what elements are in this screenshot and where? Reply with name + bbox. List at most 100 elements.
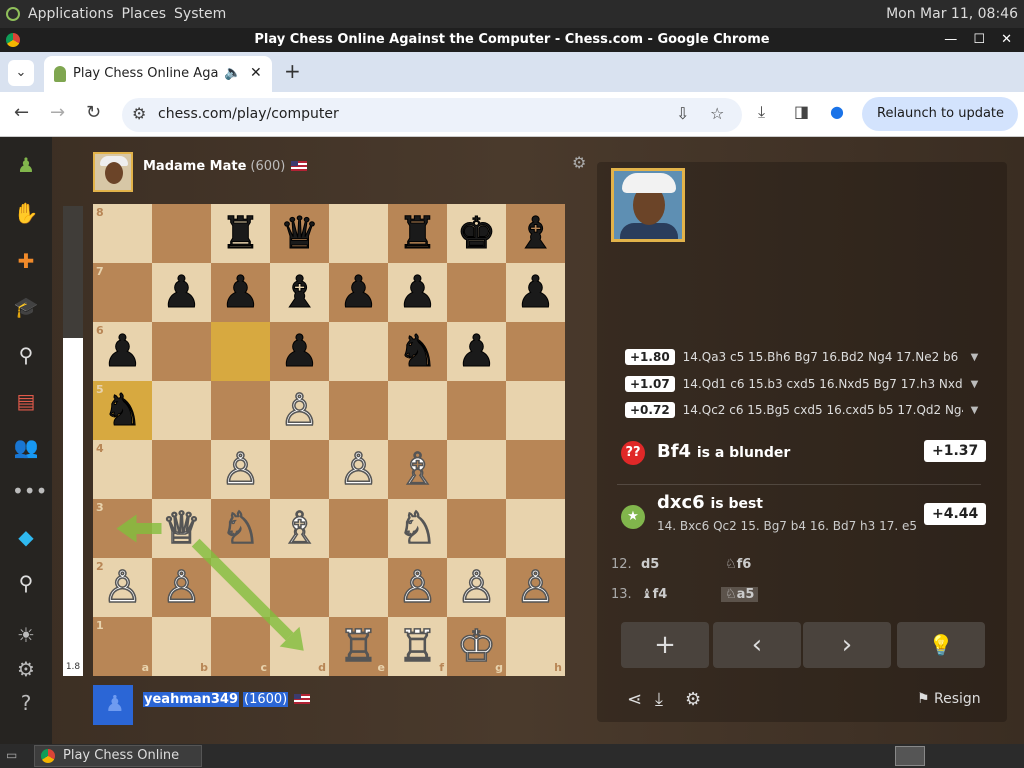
- square-a4[interactable]: 4: [93, 440, 152, 499]
- browser-tab[interactable]: Play Chess Online Agains 🔈 ✕: [44, 56, 272, 92]
- learn-icon[interactable]: 🎓: [12, 293, 40, 321]
- square-e6[interactable]: [329, 322, 388, 381]
- search-icon[interactable]: ⚲: [12, 569, 40, 597]
- square-f3[interactable]: ♘: [388, 499, 447, 558]
- black-move[interactable]: ♘f6: [721, 557, 755, 572]
- square-d8[interactable]: ♛: [270, 204, 329, 263]
- square-f8[interactable]: ♜: [388, 204, 447, 263]
- square-e2[interactable]: [329, 558, 388, 617]
- square-d6[interactable]: ♟: [270, 322, 329, 381]
- piece-f7[interactable]: ♟: [397, 267, 437, 319]
- watch-icon[interactable]: ⚲: [12, 341, 40, 369]
- settings-icon[interactable]: ⚙: [685, 689, 701, 710]
- square-b7[interactable]: ♟: [152, 263, 211, 322]
- square-h6[interactable]: [506, 322, 565, 381]
- diamond-icon[interactable]: ◆: [12, 523, 40, 551]
- menu-system[interactable]: System: [174, 6, 226, 22]
- engine-line[interactable]: +0.72 14.Qc2 c6 15.Bg5 cxd5 16.cxd5 b5 17…: [625, 401, 981, 419]
- square-g4[interactable]: [447, 440, 506, 499]
- square-d3[interactable]: ♗: [270, 499, 329, 558]
- square-e1[interactable]: ♖ e: [329, 617, 388, 676]
- expand-icon[interactable]: ▼: [971, 379, 979, 390]
- square-f6[interactable]: ♞: [388, 322, 447, 381]
- tab-search-button[interactable]: ⌄: [8, 60, 34, 86]
- resign-button[interactable]: ⚑ Resign: [917, 691, 981, 707]
- square-f7[interactable]: ♟: [388, 263, 447, 322]
- square-e7[interactable]: ♟: [329, 263, 388, 322]
- square-e3[interactable]: [329, 499, 388, 558]
- piece-d6[interactable]: ♟: [279, 326, 319, 378]
- piece-f6[interactable]: ♞: [397, 326, 437, 378]
- next-move-button[interactable]: ›: [803, 622, 891, 668]
- square-h1[interactable]: h: [506, 617, 565, 676]
- player-name[interactable]: yeahman349: [143, 691, 240, 707]
- piece-f4[interactable]: ♗: [397, 443, 438, 496]
- piece-b2[interactable]: ♙: [161, 561, 202, 614]
- reload-icon[interactable]: ↻: [86, 102, 101, 123]
- piece-g1[interactable]: ♔: [456, 620, 497, 673]
- theme-icon[interactable]: ☀: [12, 621, 40, 649]
- workspace-switcher[interactable]: [895, 746, 925, 766]
- piece-a5[interactable]: ♞: [102, 385, 142, 437]
- square-c8[interactable]: ♜: [211, 204, 270, 263]
- square-d7[interactable]: ♝: [270, 263, 329, 322]
- player-avatar[interactable]: ♟: [93, 685, 133, 725]
- piece-d8[interactable]: ♛: [279, 208, 319, 260]
- square-a5[interactable]: ♞ 5: [93, 381, 152, 440]
- square-g2[interactable]: ♙: [447, 558, 506, 617]
- more-icon[interactable]: •••: [12, 477, 47, 505]
- piece-g6[interactable]: ♟: [456, 326, 496, 378]
- coach-avatar[interactable]: [611, 168, 685, 242]
- engine-line[interactable]: +1.80 14.Qa3 c5 15.Bh6 Bg7 16.Bd2 Ng4 17.…: [625, 348, 981, 366]
- square-g5[interactable]: [447, 381, 506, 440]
- square-d4[interactable]: [270, 440, 329, 499]
- square-e5[interactable]: [329, 381, 388, 440]
- square-a7[interactable]: 7: [93, 263, 152, 322]
- square-e8[interactable]: [329, 204, 388, 263]
- piece-d5[interactable]: ♙: [279, 384, 320, 437]
- square-g1[interactable]: ♔ g: [447, 617, 506, 676]
- square-d2[interactable]: [270, 558, 329, 617]
- piece-f8[interactable]: ♜: [397, 208, 437, 260]
- install-icon[interactable]: ⇩: [676, 104, 689, 123]
- square-b3[interactable]: ♕: [152, 499, 211, 558]
- white-move[interactable]: d5: [641, 557, 721, 572]
- square-h7[interactable]: ♟: [506, 263, 565, 322]
- piece-h2[interactable]: ♙: [515, 561, 556, 614]
- square-g8[interactable]: ♚: [447, 204, 506, 263]
- piece-c3[interactable]: ♘: [220, 502, 261, 555]
- opponent-avatar[interactable]: [93, 152, 133, 192]
- square-b2[interactable]: ♙: [152, 558, 211, 617]
- chess-board[interactable]: 8 ♜ ♛ ♜ ♚ ♝ 7 ♟ ♟ ♝ ♟ ♟ ♟ ♟ 6 ♟ ♞ ♟ ♞ 5 ♙ 4 ♙ ♙ ♗ 3 ♕ ♘ ♗ ♘ ♙ 2 ♙ ♙ ♙ ♙ 1 a b c…: [93, 204, 565, 676]
- window-controls[interactable]: — ☐ ✕: [944, 28, 1018, 52]
- piece-b3[interactable]: ♕: [161, 502, 202, 555]
- piece-c4[interactable]: ♙: [220, 443, 261, 496]
- piece-c8[interactable]: ♜: [220, 208, 260, 260]
- piece-a2[interactable]: ♙: [102, 561, 143, 614]
- square-c6[interactable]: [211, 322, 270, 381]
- square-b1[interactable]: b: [152, 617, 211, 676]
- piece-f1[interactable]: ♖: [397, 620, 438, 673]
- piece-d3[interactable]: ♗: [279, 502, 320, 555]
- profile-icon[interactable]: ●: [830, 102, 844, 121]
- square-c2[interactable]: [211, 558, 270, 617]
- downloads-icon[interactable]: ⤓: [758, 102, 765, 122]
- square-a6[interactable]: ♟ 6: [93, 322, 152, 381]
- hint-button[interactable]: 💡: [897, 622, 985, 668]
- forward-icon[interactable]: →: [50, 102, 65, 123]
- square-f4[interactable]: ♗: [388, 440, 447, 499]
- board-settings-icon[interactable]: ⚙: [572, 153, 586, 172]
- square-f5[interactable]: [388, 381, 447, 440]
- play-icon[interactable]: ✋: [12, 199, 40, 227]
- square-h4[interactable]: [506, 440, 565, 499]
- square-b4[interactable]: [152, 440, 211, 499]
- piece-f3[interactable]: ♘: [397, 502, 438, 555]
- download-icon[interactable]: ⤓: [655, 689, 663, 710]
- engine-line[interactable]: +1.07 14.Qd1 c6 15.b3 cxd5 16.Nxd5 Bg7 17…: [625, 375, 981, 393]
- expand-icon[interactable]: ▼: [971, 352, 979, 363]
- piece-b7[interactable]: ♟: [161, 267, 201, 319]
- piece-f2[interactable]: ♙: [397, 561, 438, 614]
- square-b5[interactable]: [152, 381, 211, 440]
- square-e4[interactable]: ♙: [329, 440, 388, 499]
- square-a3[interactable]: 3: [93, 499, 152, 558]
